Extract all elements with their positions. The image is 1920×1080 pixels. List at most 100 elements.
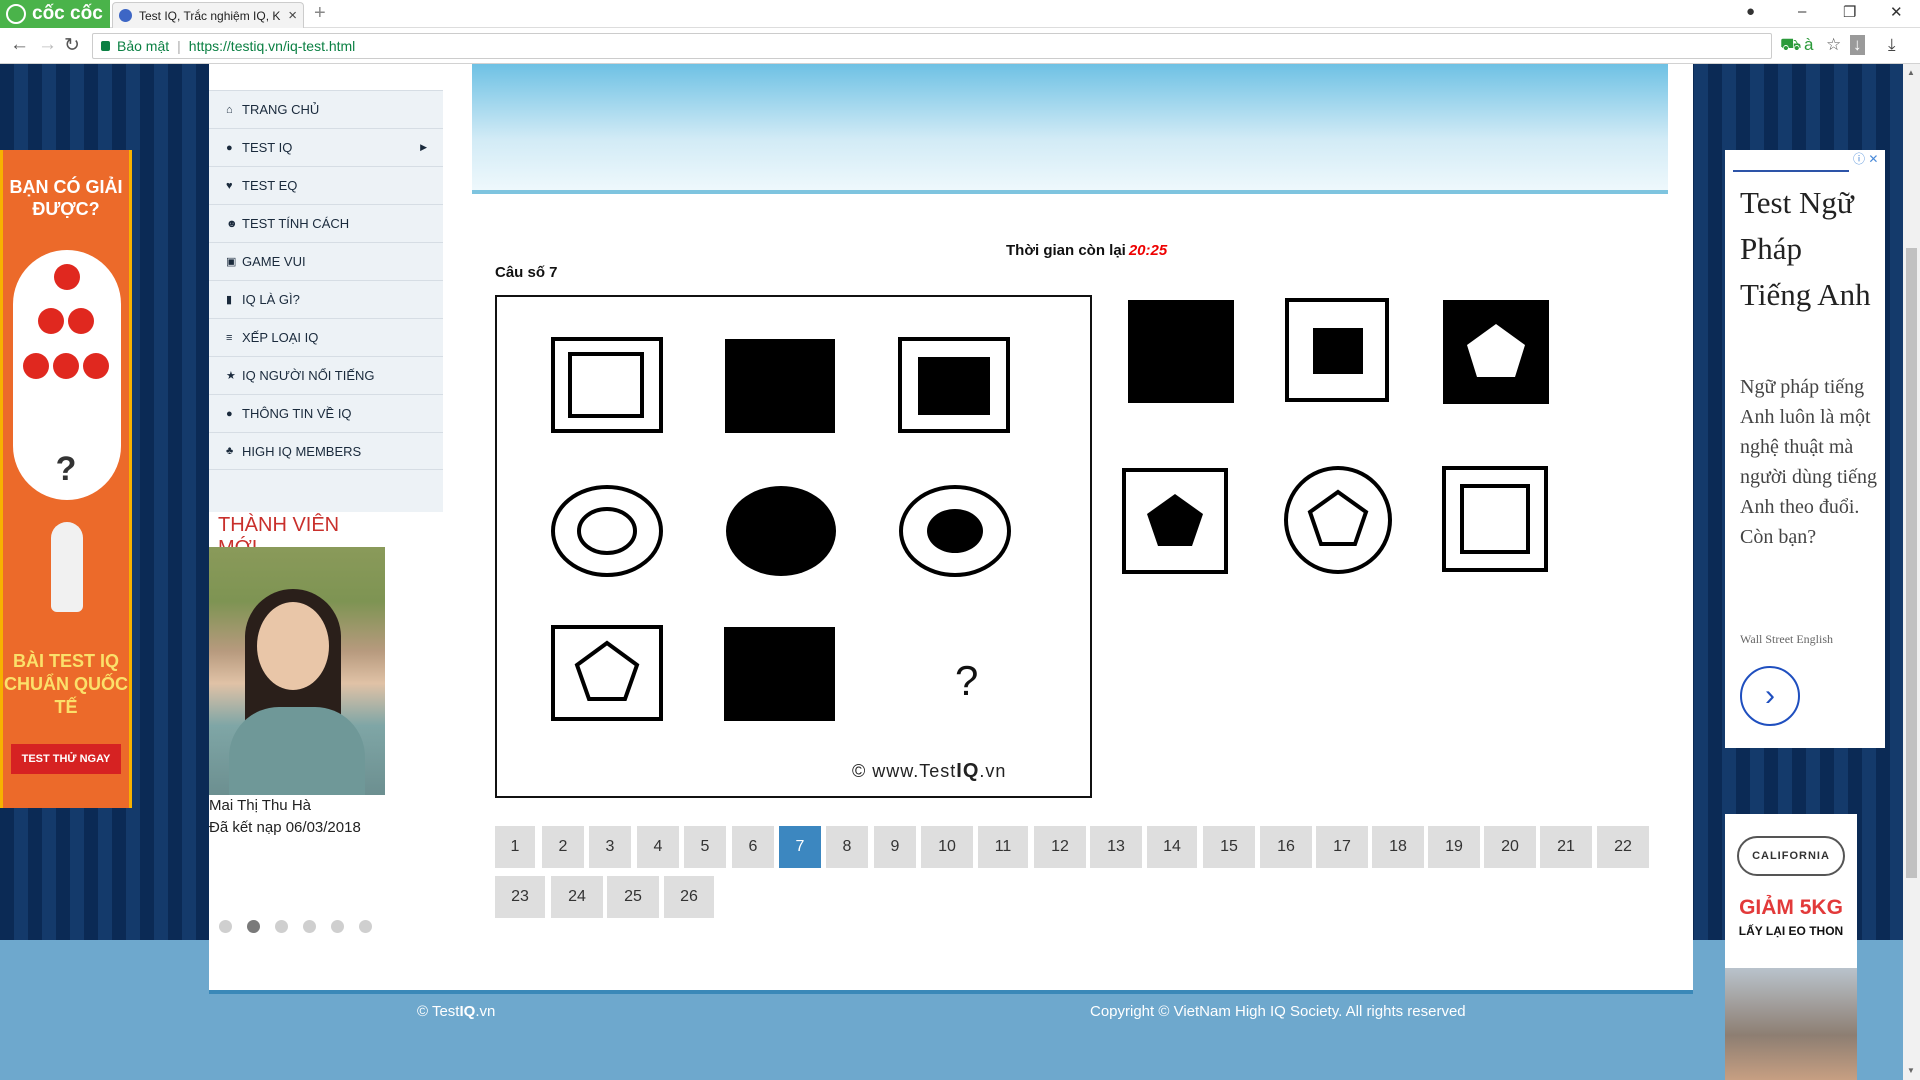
users-icon: ☻ <box>226 217 238 230</box>
sidebar-item-test-iq[interactable]: ● TEST IQ ▶ <box>209 128 443 166</box>
page-button-12[interactable]: 12 <box>1034 826 1086 868</box>
chevron-right-icon[interactable]: › <box>1740 666 1800 726</box>
account-icon[interactable]: ● <box>1746 3 1755 20</box>
option-filled-square-white-pentagon[interactable] <box>1441 298 1551 406</box>
page-button-1[interactable]: 1 <box>495 826 535 868</box>
carousel-dot[interactable] <box>275 920 288 933</box>
page-button-17[interactable]: 17 <box>1316 826 1368 868</box>
page-button-25[interactable]: 25 <box>607 876 659 918</box>
page-button-16[interactable]: 16 <box>1260 826 1312 868</box>
timer: Thời gian còn lại 20:25 <box>1006 242 1167 259</box>
ad-right2-subline: LẤY LẠI EO THON <box>1738 924 1844 938</box>
sidebar-item-iq-nguoi-noi-tieng[interactable]: ★ IQ NGƯỜI NỔI TIẾNG <box>209 356 443 394</box>
sidebar-item-label: TRANG CHỦ <box>242 102 320 117</box>
left-ad-banner[interactable]: BẠN CÓ GIẢI ĐƯỢC? ? BÀI TEST IQ CHUẨN QU… <box>0 150 132 808</box>
page-button-10[interactable]: 10 <box>921 826 973 868</box>
page-button-11[interactable]: 11 <box>978 826 1028 868</box>
minimize-button[interactable]: – <box>1798 3 1806 20</box>
restore-button[interactable]: ❐ <box>1843 3 1856 21</box>
sidebar-item-trang-chu[interactable]: ⌂ TRANG CHỦ <box>209 90 443 128</box>
carousel-dot[interactable] <box>219 920 232 933</box>
translate-icon[interactable]: à <box>1804 35 1813 55</box>
sidebar-item-test-tinh-cach[interactable]: ☻ TEST TÍNH CÁCH <box>209 204 443 242</box>
cart-icon[interactable]: ⛟ <box>1780 35 1801 57</box>
browser-tab[interactable]: Test IQ, Trắc nghiệm IQ, K × <box>112 2 304 28</box>
circle-outline-circle-shape <box>551 485 663 577</box>
right-ad-banner[interactable]: ⓘ ✕ Test Ngữ Pháp Tiếng Anh Ngữ pháp tiế… <box>1725 150 1885 748</box>
page-button-5[interactable]: 5 <box>684 826 726 868</box>
scroll-down-arrow-icon[interactable]: ▼ <box>1907 1066 1915 1075</box>
timer-label: Thời gian còn lại <box>1006 242 1126 259</box>
ad-info-close-icon[interactable]: ⓘ ✕ <box>1853 150 1878 167</box>
question-label: Câu số 7 <box>495 264 558 281</box>
back-button[interactable]: ← <box>10 34 29 56</box>
address-bar: ← → ↻ Bảo mật | https://testiq.vn/iq-tes… <box>0 28 1920 64</box>
carousel-dot[interactable] <box>359 920 372 933</box>
scrollbar-thumb[interactable] <box>1906 248 1917 878</box>
page-button-26[interactable]: 26 <box>664 876 714 918</box>
sidebar-item-xep-loai-iq[interactable]: ≡ XẾP LOẠI IQ <box>209 318 443 356</box>
page-button-4[interactable]: 4 <box>637 826 679 868</box>
page-button-22[interactable]: 22 <box>1597 826 1649 868</box>
forward-button[interactable]: → <box>38 34 57 56</box>
page-button-18[interactable]: 18 <box>1372 826 1424 868</box>
close-window-button[interactable]: ✕ <box>1890 3 1903 21</box>
reload-button[interactable]: ↻ <box>64 34 80 57</box>
missing-answer-mark: ? <box>955 657 979 704</box>
sidebar-item-label: IQ LÀ GÌ? <box>242 292 300 307</box>
ad-left-cta-button[interactable]: TEST THỬ NGAY <box>11 744 121 774</box>
new-tab-button[interactable]: + <box>314 2 326 25</box>
question-matrix: ? <box>495 295 1092 798</box>
member-avatar[interactable] <box>209 547 385 795</box>
url-field[interactable]: Bảo mật | https://testiq.vn/iq-test.html <box>92 33 1772 59</box>
sidebar-item-high-iq-members[interactable]: ♣ HIGH IQ MEMBERS <box>209 432 443 470</box>
page-button-15[interactable]: 15 <box>1203 826 1255 868</box>
page-button-13[interactable]: 13 <box>1090 826 1142 868</box>
sidebar-item-thong-tin-ve-iq[interactable]: ● THÔNG TIN VỀ IQ <box>209 394 443 432</box>
option-square-filled-square[interactable] <box>1283 296 1393 406</box>
avatar-body <box>229 707 365 795</box>
submenu-arrow-icon: ▶ <box>420 142 427 152</box>
carousel-dot[interactable] <box>303 920 316 933</box>
page-button-2[interactable]: 2 <box>542 826 584 868</box>
option-filled-square[interactable] <box>1124 298 1238 406</box>
page-button-8[interactable]: 8 <box>826 826 868 868</box>
sidebar-item-test-eq[interactable]: ♥ TEST EQ <box>209 166 443 204</box>
page-button-3[interactable]: 3 <box>589 826 631 868</box>
right-ad-banner-2[interactable]: CALIFORNIA GIẢM 5KG LẤY LẠI EO THON <box>1725 814 1857 1080</box>
bookmark-star-icon[interactable]: ☆ <box>1826 35 1841 55</box>
downloads-icon[interactable]: ⤓ <box>1888 35 1896 55</box>
page-button-23[interactable]: 23 <box>495 876 545 918</box>
option-square-filled-pentagon[interactable] <box>1120 466 1232 578</box>
tab-close-icon[interactable]: × <box>288 7 297 24</box>
page-button-20[interactable]: 20 <box>1484 826 1536 868</box>
page-button-19[interactable]: 19 <box>1428 826 1480 868</box>
apple-icon <box>54 264 80 290</box>
page-button-14[interactable]: 14 <box>1147 826 1197 868</box>
ad-right-headline: Test Ngữ Pháp Tiếng Anh <box>1740 185 1871 312</box>
download-icon[interactable]: ↓ <box>1850 35 1865 55</box>
page-button-9[interactable]: 9 <box>874 826 916 868</box>
avatar-face <box>257 602 329 690</box>
sidebar-item-game-vui[interactable]: ▣ GAME VUI <box>209 242 443 280</box>
page-button-7-current[interactable]: 7 <box>779 826 821 868</box>
watermark: © www.TestIQ.vn <box>852 760 1007 782</box>
square-outline-pentagon-shape <box>551 625 663 721</box>
circle-filled-circle-shape <box>899 485 1011 577</box>
page-button-21[interactable]: 21 <box>1540 826 1592 868</box>
sidebar-item-iq-la-gi[interactable]: ▮ IQ LÀ GÌ? <box>209 280 443 318</box>
gamepad-icon: ▣ <box>226 256 237 268</box>
page-button-6[interactable]: 6 <box>732 826 774 868</box>
footer-divider <box>209 990 1693 994</box>
option-square-outline-square[interactable] <box>1440 464 1552 576</box>
thinking-man-icon <box>51 522 83 612</box>
scroll-up-arrow-icon[interactable]: ▲ <box>1907 68 1915 77</box>
member-name[interactable]: Mai Thị Thu Hà <box>209 797 311 814</box>
option-circle-outline-pentagon[interactable] <box>1282 464 1394 576</box>
apple-icon <box>38 308 64 334</box>
carousel-dot-active[interactable] <box>247 920 260 933</box>
page-button-24[interactable]: 24 <box>551 876 603 918</box>
carousel-dot[interactable] <box>331 920 344 933</box>
page-scrollbar[interactable]: ▲ ▼ <box>1903 64 1920 1080</box>
browser-brand[interactable]: cốc cốc <box>0 0 110 28</box>
